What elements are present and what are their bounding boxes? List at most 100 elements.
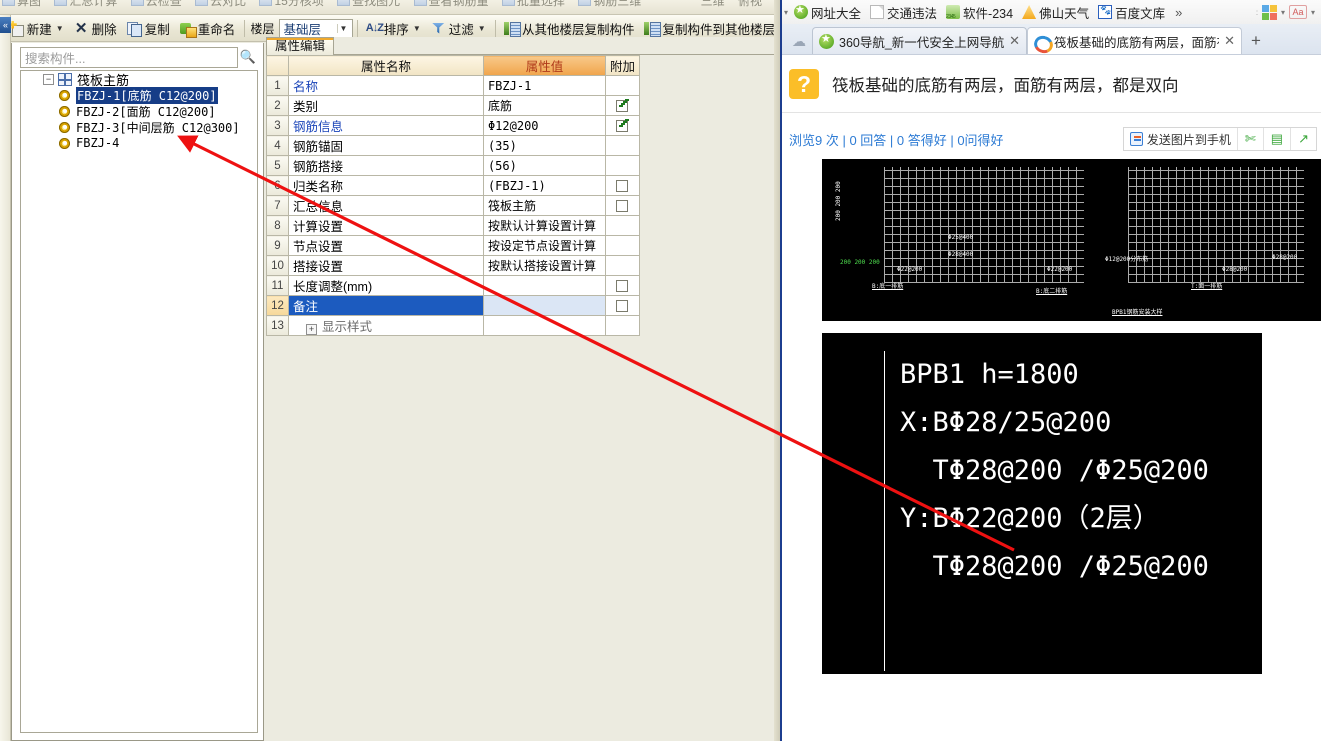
share-image-button[interactable]: ↗ (1291, 128, 1316, 150)
table-row[interactable]: 1 名称 FBZJ-1 (266, 75, 641, 96)
table-row[interactable]: 3 钢筋信息 Φ12@200 (266, 115, 641, 136)
table-row[interactable]: 6 归类名称 (FBZJ-1) (266, 175, 641, 196)
row-property-value[interactable]: 筏板主筋 (482, 195, 606, 216)
attach-checkbox[interactable] (616, 299, 629, 312)
ribbon-item-8[interactable]: 钢筋三维 (578, 0, 641, 7)
table-row[interactable]: 5 钢筋搭接 (56) (266, 155, 641, 176)
copy-button[interactable]: 复制 (122, 16, 175, 40)
expand-image-button[interactable]: ✄ (1238, 128, 1264, 150)
ribbon-item-7[interactable]: 批量选择 (501, 0, 565, 7)
table-row[interactable]: 10 搭接设置 按默认搭接设置计算 (266, 255, 641, 276)
tree-item-fbzj-4[interactable]: FBZJ-4 (35, 135, 257, 151)
layer-copy-icon (503, 21, 521, 37)
expand-icon[interactable]: + (305, 324, 317, 335)
chevron-down-icon[interactable]: ▾ (1311, 8, 1315, 17)
close-icon[interactable]: ✕ (1224, 33, 1235, 49)
row-property-name-wrap: + 显示样式 (287, 315, 484, 336)
apps-grid-icon[interactable] (1261, 4, 1277, 20)
bookmarks-overflow-button[interactable]: » (1171, 5, 1186, 20)
collapse-icon[interactable]: − (43, 73, 54, 85)
chevron-left-icon[interactable]: « (0, 17, 11, 33)
delete-button[interactable]: ✕ 删除 (69, 16, 122, 40)
ribbon-item-2[interactable]: 云检查 (130, 0, 182, 7)
row-index: 4 (266, 135, 289, 156)
bookmark-baiduwenku[interactable]: 百度文库 (1095, 2, 1168, 22)
row-attach-cell (604, 275, 641, 296)
attach-checkbox[interactable] (616, 179, 629, 192)
weather-icon (1022, 5, 1037, 19)
search-input[interactable]: 搜索构件... (20, 46, 238, 68)
row-property-value[interactable]: FBZJ-1 (482, 75, 606, 96)
left-collapse-strip[interactable]: « (0, 15, 11, 741)
rename-button[interactable]: 重命名 (175, 16, 241, 40)
ribbon-item-5[interactable]: 查找图元 (337, 0, 400, 7)
new-tab-button[interactable]: + (1242, 27, 1270, 54)
row-property-value[interactable]: (56) (482, 155, 606, 176)
table-row[interactable]: 8 计算设置 按默认计算设置计算 (266, 215, 641, 236)
attach-checkbox[interactable] (616, 119, 629, 132)
attach-checkbox[interactable] (616, 199, 629, 212)
row-property-value[interactable] (482, 315, 606, 336)
save-image-button[interactable]: ▤ (1264, 128, 1292, 150)
ribbon-item-4[interactable]: 15分核项 (259, 0, 324, 7)
cad-drawing-1[interactable]: 200 200 200 200 200 200 Φ25@400 Φ28@400 … (822, 159, 1321, 321)
row-property-value[interactable]: (35) (482, 135, 606, 156)
row-property-value[interactable]: 底筋 (482, 95, 606, 116)
table-row[interactable]: 4 钢筋锚固 (35) (266, 135, 641, 156)
clipped-ribbon-row: 算图 汇总计算 云检查 云对比 15分核项 查找图元 查看钢筋量 批量选择 钢筋… (0, 0, 780, 15)
table-row[interactable]: 11 长度调整(mm) (266, 275, 641, 296)
table-row[interactable]: 2 类别 底筋 (266, 95, 641, 116)
table-row[interactable]: 13 + 显示样式 (266, 315, 641, 336)
row-property-name: 显示样式 (321, 320, 372, 334)
tab-property-editor[interactable]: 属性编辑 (266, 37, 335, 55)
tree-item-fbzj-1[interactable]: FBZJ-1[底筋 C12@200] (35, 86, 257, 104)
close-icon[interactable]: ✕ (1009, 33, 1020, 49)
phone-icon (1129, 132, 1143, 146)
floor-select[interactable]: 基础层 ▼ (278, 18, 353, 38)
ribbon-item-6[interactable]: 查看钢筋量 (413, 0, 489, 7)
bookmark-foshantianqi[interactable]: 佛山天气 (1019, 2, 1092, 22)
row-property-value[interactable] (482, 295, 606, 316)
attach-checkbox[interactable] (616, 99, 629, 112)
browser-tab-0[interactable]: 360导航_新一代安全上网导航 ✕ (812, 27, 1027, 54)
font-size-icon[interactable]: Aa (1288, 5, 1307, 19)
attach-checkbox[interactable] (616, 279, 629, 292)
row-property-value[interactable]: 按默认搭接设置计算 (482, 255, 606, 276)
row-property-value[interactable]: Φ12@200 (482, 115, 606, 136)
drag-handle-icon[interactable]: ⋮⋮ (1252, 8, 1258, 16)
table-row[interactable]: 7 汇总信息 筏板主筋 (266, 195, 641, 216)
row-property-value[interactable] (482, 275, 606, 296)
ribbon-icon-6 (413, 0, 427, 6)
row-property-value[interactable]: 按默认计算设置计算 (482, 215, 606, 236)
ribbon-view-label[interactable]: 俯视 (738, 0, 762, 7)
ribbon-view-combo[interactable]: 三维 (701, 0, 725, 7)
tree-item-fbzj-2[interactable]: FBZJ-2[面筋 C12@200] (35, 103, 257, 119)
cad-label: Φ28@200 (1272, 254, 1298, 261)
cloud-icon[interactable]: ☁ (786, 28, 812, 54)
sort-icon: A↓Z (365, 21, 384, 34)
new-button[interactable]: 新建 ▼ (4, 16, 69, 40)
bookmark-jiaotongweifa[interactable]: 交通违法 (867, 2, 940, 22)
glodon-app-pane: 算图 汇总计算 云检查 云对比 15分核项 查找图元 查看钢筋量 批量选择 钢筋… (0, 0, 780, 741)
row-property-name: 钢筋锚固 (287, 135, 484, 156)
table-row[interactable]: 12 备注 (266, 295, 641, 316)
cad-drawing-2[interactable]: BPB1 h=1800 X:BΦ28/25@200 TΦ28@200 /Φ25@… (822, 333, 1262, 674)
send-to-phone-button[interactable]: 发送图片到手机 (1124, 128, 1238, 150)
ribbon-item-0[interactable]: 算图 (2, 0, 41, 7)
ribbon-item-1[interactable]: 汇总计算 (54, 0, 117, 7)
gear-icon (59, 89, 70, 101)
bookmarks-scroll-icon[interactable]: ▾ (784, 8, 788, 17)
bookmark-ruanjian234[interactable]: 软件-234 (943, 2, 1016, 22)
tree-root-row[interactable]: − 筏板主筋 (21, 71, 257, 88)
table-row[interactable]: 9 节点设置 按设定节点设置计算 (266, 235, 641, 256)
row-property-value[interactable]: (FBZJ-1) (482, 175, 606, 196)
tree-item-fbzj-3[interactable]: FBZJ-3[中间层筋 C12@300] (35, 119, 257, 135)
col-name-header: 属性名称 (287, 55, 484, 76)
component-tree[interactable]: − 筏板主筋 FBZJ-1[底筋 C12@200] FBZJ-2[面筋 C12@… (20, 70, 258, 733)
ribbon-item-3[interactable]: 云对比 (195, 0, 246, 7)
row-property-value[interactable]: 按设定节点设置计算 (482, 235, 606, 256)
bookmark-wangzhidaquan[interactable]: 网址大全 (791, 2, 864, 22)
chevron-down-icon[interactable]: ▾ (1281, 8, 1285, 17)
browser-tab-1[interactable]: 筏板基础的底筋有两层，面筋有 ✕ (1027, 27, 1242, 54)
search-icon[interactable]: 🔍 (238, 47, 258, 68)
